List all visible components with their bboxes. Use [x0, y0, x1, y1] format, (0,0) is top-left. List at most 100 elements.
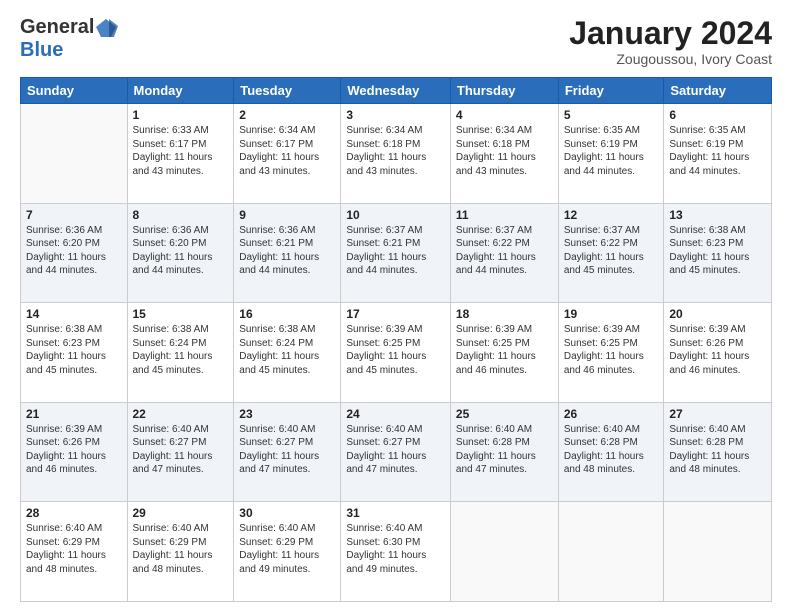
col-header-saturday: Saturday: [664, 78, 772, 104]
day-number: 14: [26, 307, 122, 321]
day-info: Sunrise: 6:36 AM Sunset: 6:20 PM Dayligh…: [26, 224, 122, 278]
calendar-cell: 24Sunrise: 6:40 AM Sunset: 6:27 PM Dayli…: [341, 402, 451, 502]
day-number: 29: [133, 506, 229, 520]
day-number: 10: [346, 208, 445, 222]
day-number: 16: [239, 307, 335, 321]
day-number: 8: [133, 208, 229, 222]
day-info: Sunrise: 6:36 AM Sunset: 6:21 PM Dayligh…: [239, 224, 335, 278]
calendar-cell: 30Sunrise: 6:40 AM Sunset: 6:29 PM Dayli…: [234, 502, 341, 602]
day-number: 25: [456, 407, 553, 421]
day-info: Sunrise: 6:40 AM Sunset: 6:30 PM Dayligh…: [346, 522, 445, 576]
col-header-wednesday: Wednesday: [341, 78, 451, 104]
day-info: Sunrise: 6:34 AM Sunset: 6:18 PM Dayligh…: [346, 124, 445, 178]
calendar-cell: 17Sunrise: 6:39 AM Sunset: 6:25 PM Dayli…: [341, 303, 451, 403]
calendar-cell: 22 Sunrise: 6:40 AM Sunset: 6:27 PM Dayli…: [127, 402, 234, 502]
day-number: 28: [26, 506, 122, 520]
day-number: 30: [239, 506, 335, 520]
title-block: January 2024 Zougoussou, Ivory Coast: [569, 16, 772, 67]
logo-icon: [96, 17, 118, 39]
calendar-cell: 8Sunrise: 6:36 AM Sunset: 6:20 PM Daylig…: [127, 203, 234, 303]
calendar-cell: 10 Sunrise: 6:37 AM Sunset: 6:21 PM Dayli…: [341, 203, 451, 303]
calendar-cell: 5 Sunrise: 6:35 AM Sunset: 6:19 PM Daylig…: [558, 104, 664, 204]
logo: General Blue: [20, 16, 118, 62]
calendar-cell: 27 Sunrise: 6:40 AM Sunset: 6:28 PM Dayli…: [664, 402, 772, 502]
calendar-cell: 12 Sunrise: 6:37 AM Sunset: 6:22 PM Dayli…: [558, 203, 664, 303]
day-info: Sunrise: 6:38 AM Sunset: 6:24 PM Dayligh…: [239, 323, 335, 377]
calendar-cell: 19Sunrise: 6:39 AM Sunset: 6:25 PM Dayli…: [558, 303, 664, 403]
day-info: Sunrise: 6:37 AM Sunset: 6:21 PM Dayligh…: [346, 224, 445, 278]
day-info: Sunrise: 6:39 AM Sunset: 6:25 PM Dayligh…: [456, 323, 553, 377]
calendar-cell: 6Sunrise: 6:35 AM Sunset: 6:19 PM Daylig…: [664, 104, 772, 204]
day-info: Sunrise: 6:38 AM Sunset: 6:24 PM Dayligh…: [133, 323, 229, 377]
day-number: 2: [239, 108, 335, 122]
day-info: Sunrise: 6:40 AM Sunset: 6:27 PM Dayligh…: [239, 423, 335, 477]
day-info: Sunrise: 6:40 AM Sunset: 6:28 PM Dayligh…: [456, 423, 553, 477]
calendar-cell: 29Sunrise: 6:40 AM Sunset: 6:29 PM Dayli…: [127, 502, 234, 602]
day-info: Sunrise: 6:37 AM Sunset: 6:22 PM Dayligh…: [456, 224, 553, 278]
day-info: Sunrise: 6:34 AM Sunset: 6:18 PM Dayligh…: [456, 124, 553, 178]
day-number: 13: [669, 208, 766, 222]
day-info: Sunrise: 6:40 AM Sunset: 6:27 PM Dayligh…: [346, 423, 445, 477]
day-number: 20: [669, 307, 766, 321]
day-number: 15: [133, 307, 229, 321]
day-info: Sunrise: 6:38 AM Sunset: 6:23 PM Dayligh…: [669, 224, 766, 278]
calendar-cell: [664, 502, 772, 602]
calendar-cell: 11 Sunrise: 6:37 AM Sunset: 6:22 PM Dayli…: [450, 203, 558, 303]
day-info: Sunrise: 6:39 AM Sunset: 6:26 PM Dayligh…: [669, 323, 766, 377]
day-number: 11: [456, 208, 553, 222]
day-number: 7: [26, 208, 122, 222]
day-info: Sunrise: 6:39 AM Sunset: 6:25 PM Dayligh…: [564, 323, 659, 377]
day-number: 17: [346, 307, 445, 321]
calendar-week-row: 21 Sunrise: 6:39 AM Sunset: 6:26 PM Dayli…: [21, 402, 772, 502]
day-number: 12: [564, 208, 659, 222]
calendar-cell: [21, 104, 128, 204]
day-number: 22: [133, 407, 229, 421]
calendar-week-row: 7 Sunrise: 6:36 AM Sunset: 6:20 PM Daylig…: [21, 203, 772, 303]
calendar-cell: 14Sunrise: 6:38 AM Sunset: 6:23 PM Dayli…: [21, 303, 128, 403]
logo-general: General: [20, 16, 94, 39]
day-number: 21: [26, 407, 122, 421]
calendar-cell: 31Sunrise: 6:40 AM Sunset: 6:30 PM Dayli…: [341, 502, 451, 602]
day-number: 3: [346, 108, 445, 122]
calendar-cell: [450, 502, 558, 602]
calendar-cell: 26 Sunrise: 6:40 AM Sunset: 6:28 PM Dayli…: [558, 402, 664, 502]
day-number: 5: [564, 108, 659, 122]
calendar-cell: 3 Sunrise: 6:34 AM Sunset: 6:18 PM Daylig…: [341, 104, 451, 204]
calendar-cell: 2 Sunrise: 6:34 AM Sunset: 6:17 PM Daylig…: [234, 104, 341, 204]
day-info: Sunrise: 6:35 AM Sunset: 6:19 PM Dayligh…: [669, 124, 766, 178]
day-info: Sunrise: 6:34 AM Sunset: 6:17 PM Dayligh…: [239, 124, 335, 178]
day-info: Sunrise: 6:40 AM Sunset: 6:27 PM Dayligh…: [133, 423, 229, 477]
calendar-cell: 28 Sunrise: 6:40 AM Sunset: 6:29 PM Dayli…: [21, 502, 128, 602]
calendar-cell: 25 Sunrise: 6:40 AM Sunset: 6:28 PM Dayli…: [450, 402, 558, 502]
calendar-week-row: 1Sunrise: 6:33 AM Sunset: 6:17 PM Daylig…: [21, 104, 772, 204]
calendar-week-row: 28 Sunrise: 6:40 AM Sunset: 6:29 PM Dayli…: [21, 502, 772, 602]
day-info: Sunrise: 6:39 AM Sunset: 6:26 PM Dayligh…: [26, 423, 122, 477]
calendar-cell: 4Sunrise: 6:34 AM Sunset: 6:18 PM Daylig…: [450, 104, 558, 204]
day-number: 27: [669, 407, 766, 421]
calendar-cell: 21 Sunrise: 6:39 AM Sunset: 6:26 PM Dayli…: [21, 402, 128, 502]
day-number: 18: [456, 307, 553, 321]
day-info: Sunrise: 6:40 AM Sunset: 6:28 PM Dayligh…: [564, 423, 659, 477]
day-info: Sunrise: 6:40 AM Sunset: 6:29 PM Dayligh…: [26, 522, 122, 576]
calendar-cell: 23 Sunrise: 6:40 AM Sunset: 6:27 PM Dayli…: [234, 402, 341, 502]
col-header-tuesday: Tuesday: [234, 78, 341, 104]
calendar-cell: 7 Sunrise: 6:36 AM Sunset: 6:20 PM Daylig…: [21, 203, 128, 303]
day-number: 26: [564, 407, 659, 421]
calendar-week-row: 14Sunrise: 6:38 AM Sunset: 6:23 PM Dayli…: [21, 303, 772, 403]
day-info: Sunrise: 6:37 AM Sunset: 6:22 PM Dayligh…: [564, 224, 659, 278]
calendar-cell: 15 Sunrise: 6:38 AM Sunset: 6:24 PM Dayli…: [127, 303, 234, 403]
calendar-cell: [558, 502, 664, 602]
calendar-cell: 1Sunrise: 6:33 AM Sunset: 6:17 PM Daylig…: [127, 104, 234, 204]
location: Zougoussou, Ivory Coast: [569, 51, 772, 67]
day-info: Sunrise: 6:40 AM Sunset: 6:28 PM Dayligh…: [669, 423, 766, 477]
logo-text: General: [20, 16, 118, 39]
col-header-monday: Monday: [127, 78, 234, 104]
calendar-cell: 13 Sunrise: 6:38 AM Sunset: 6:23 PM Dayli…: [664, 203, 772, 303]
day-number: 9: [239, 208, 335, 222]
day-info: Sunrise: 6:35 AM Sunset: 6:19 PM Dayligh…: [564, 124, 659, 178]
header: General Blue January 2024 Zougoussou, Iv…: [20, 16, 772, 67]
col-header-friday: Friday: [558, 78, 664, 104]
calendar-cell: 20 Sunrise: 6:39 AM Sunset: 6:26 PM Dayli…: [664, 303, 772, 403]
calendar-cell: 9 Sunrise: 6:36 AM Sunset: 6:21 PM Daylig…: [234, 203, 341, 303]
day-number: 23: [239, 407, 335, 421]
